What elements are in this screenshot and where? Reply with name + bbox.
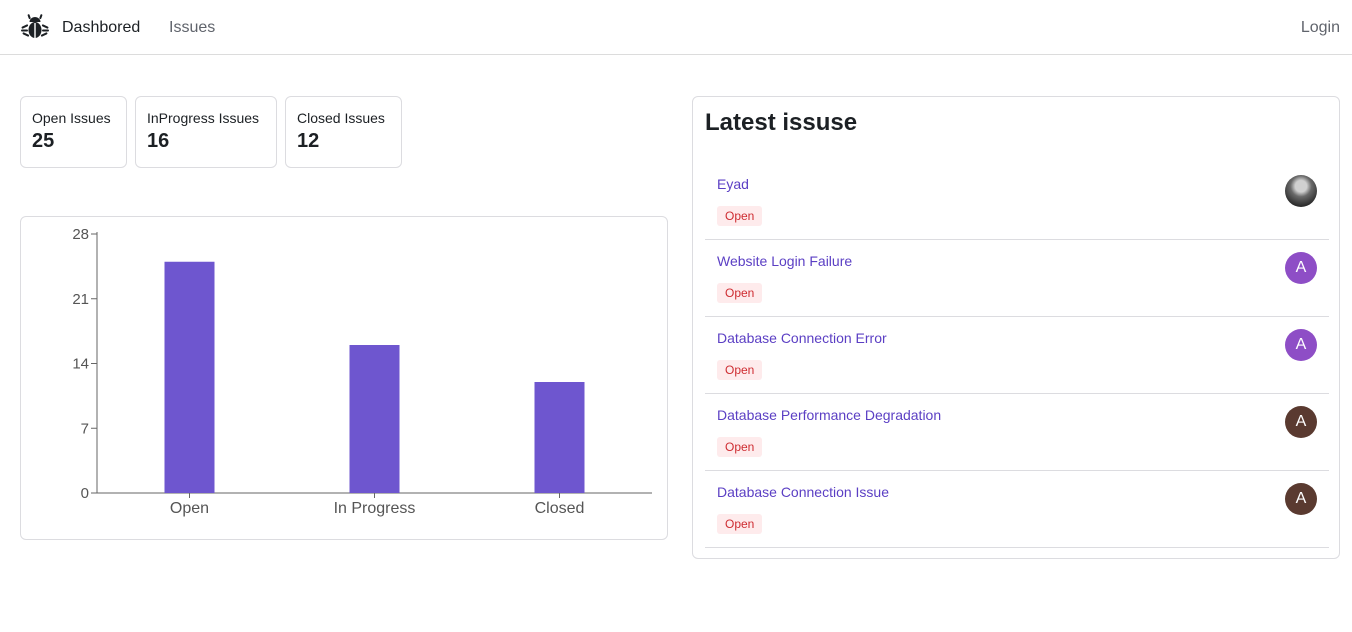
bar-chart-svg: 0 7 14 21 28 Open In Progress Closed (72, 226, 652, 517)
avatar (1285, 175, 1317, 207)
issue-link[interactable]: Website Login Failure (717, 253, 852, 270)
latest-issues-card: Latest issuse Eyad Open Website Login Fa… (692, 96, 1340, 559)
list-item: Database Connection Issue Open A (705, 471, 1329, 548)
bar (534, 382, 585, 493)
bar (164, 261, 215, 493)
status-badge: Open (717, 360, 763, 380)
list-item: Website Login Failure Open A (705, 240, 1329, 317)
status-badge: Open (717, 437, 763, 457)
stat-label: InProgress Issues (147, 110, 260, 126)
y-tick-label: 7 (81, 420, 89, 437)
status-badge: Open (717, 206, 763, 226)
login-link[interactable]: Login (1301, 18, 1340, 37)
nav-link-dashboard[interactable]: Dashbored (62, 18, 140, 37)
issues-bar-chart: 0 7 14 21 28 Open In Progress Closed (20, 216, 668, 540)
x-tick-label: In Progress (334, 500, 416, 517)
latest-issues-title: Latest issuse (705, 109, 858, 136)
closed-issues-card[interactable]: Closed Issues 12 (285, 96, 402, 168)
y-tick-label: 0 (81, 485, 89, 502)
nav-link-issues[interactable]: Issues (169, 18, 215, 37)
inprogress-issues-card[interactable]: InProgress Issues 16 (135, 96, 277, 168)
avatar: A (1285, 329, 1317, 361)
open-issues-card[interactable]: Open Issues 25 (20, 96, 127, 168)
list-item: Database Connection Error Open A (705, 317, 1329, 394)
stat-value: 25 (32, 130, 55, 152)
status-badge: Open (717, 514, 763, 534)
issue-link[interactable]: Database Performance Degradation (717, 407, 941, 424)
issue-link[interactable]: Database Connection Issue (717, 484, 889, 501)
y-tick-label: 21 (72, 291, 89, 308)
top-navbar: Dashbored Issues Login (0, 0, 1352, 55)
stat-label: Closed Issues (297, 110, 385, 126)
y-tick-label: 28 (72, 226, 89, 243)
avatar: A (1285, 406, 1317, 438)
stat-value: 12 (297, 130, 320, 152)
issue-link[interactable]: Eyad (717, 176, 749, 193)
issue-list: Eyad Open Website Login Failure Open A D… (705, 163, 1329, 548)
list-item: Eyad Open (705, 163, 1329, 240)
issue-link[interactable]: Database Connection Error (717, 330, 887, 347)
status-badge: Open (717, 283, 763, 303)
x-tick-label: Closed (535, 500, 585, 517)
x-tick-label: Open (170, 500, 209, 517)
bar (349, 345, 400, 493)
y-tick-label: 14 (72, 356, 89, 373)
stat-label: Open Issues (32, 110, 111, 126)
stat-value: 16 (147, 130, 170, 152)
avatar: A (1285, 483, 1317, 515)
bug-icon[interactable] (21, 13, 49, 41)
avatar: A (1285, 252, 1317, 284)
list-item: Database Performance Degradation Open A (705, 394, 1329, 471)
